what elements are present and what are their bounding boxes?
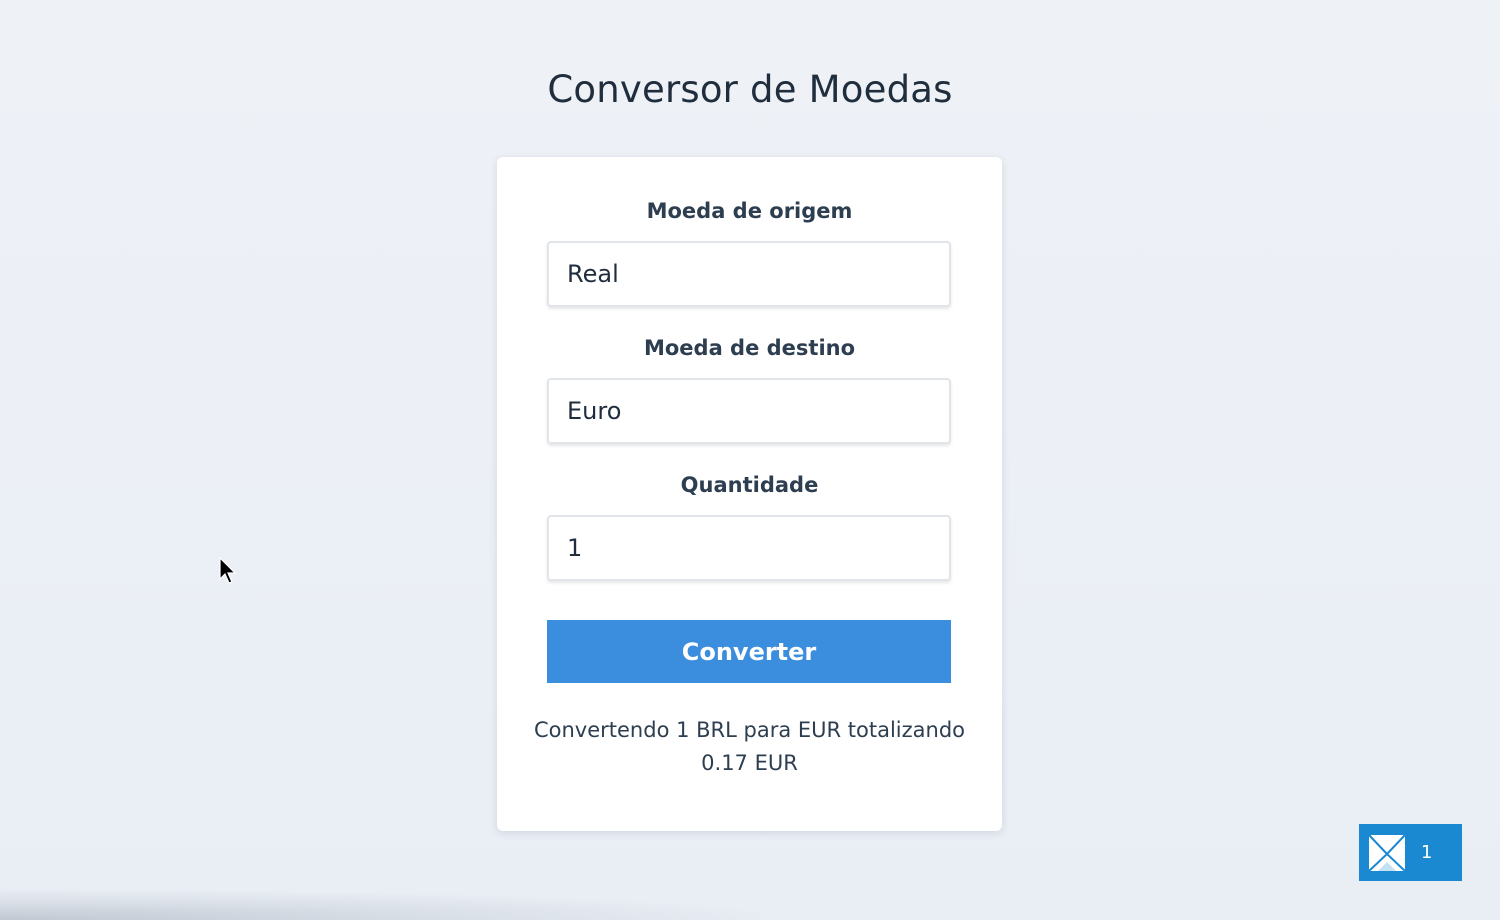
target-currency-input[interactable]: [547, 378, 951, 444]
page-title: Conversor de Moedas: [547, 68, 953, 111]
amount-label: Quantidade: [680, 473, 819, 497]
amount-input[interactable]: [547, 515, 951, 581]
converter-card: Moeda de origem Moeda de destino Quantid…: [497, 157, 1002, 831]
result-line-2: 0.17 EUR: [701, 751, 798, 775]
badge-count: 1: [1421, 842, 1433, 863]
conversion-result: Convertendo 1 BRL para EUR totalizando 0…: [527, 714, 972, 780]
mouse-cursor-icon: [219, 557, 237, 584]
envelope-icon: [1368, 833, 1406, 872]
convert-button[interactable]: Converter: [547, 620, 951, 683]
result-line-1: Convertendo 1 BRL para EUR totalizando: [533, 718, 966, 742]
source-currency-input[interactable]: [547, 241, 951, 307]
notification-badge[interactable]: 1: [1359, 824, 1462, 881]
source-currency-label: Moeda de origem: [646, 199, 853, 223]
bottom-shadow: [0, 890, 760, 920]
target-currency-label: Moeda de destino: [643, 336, 856, 360]
